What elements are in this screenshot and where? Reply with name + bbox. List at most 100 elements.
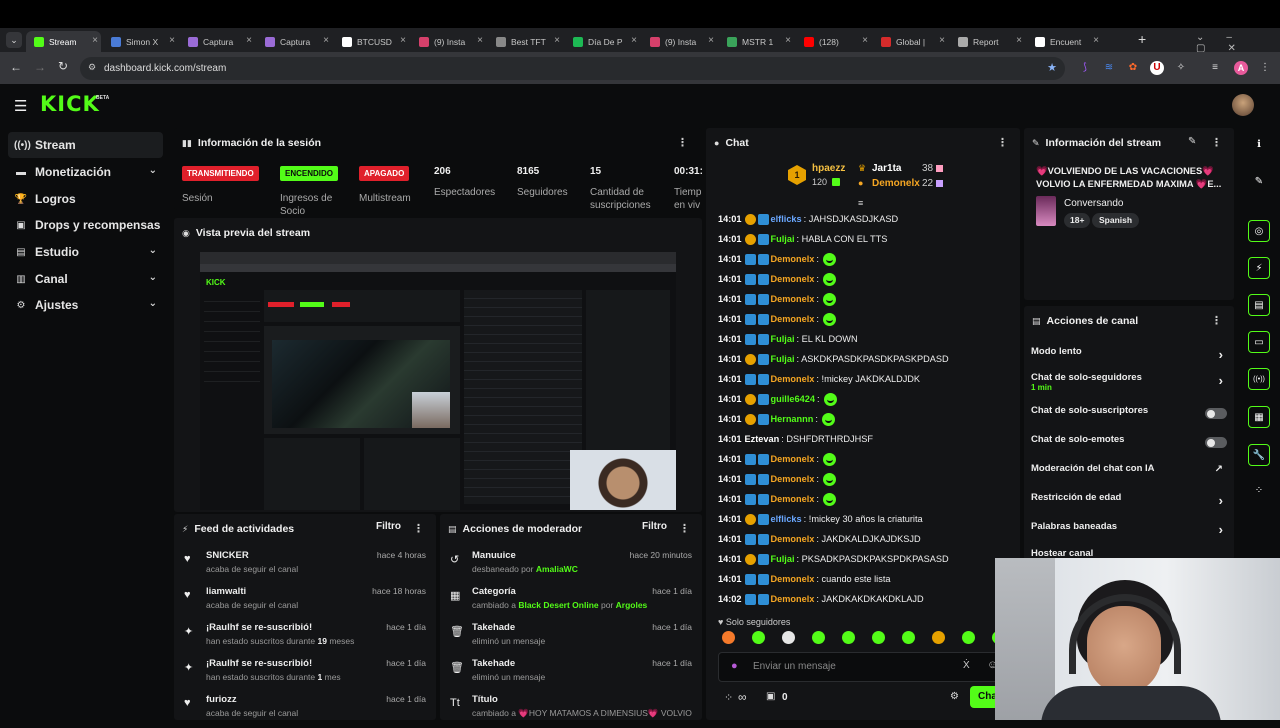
- chat-message[interactable]: 14:01 Demonelx: JAKDKALDJKAJDKSJD: [718, 531, 921, 547]
- channel-action-chat-de-solo-suscriptores[interactable]: Chat de solo-suscriptores: [1031, 405, 1227, 425]
- quick-emote-icon[interactable]: [782, 631, 795, 644]
- quick-emote-icon[interactable]: [842, 631, 855, 644]
- chat-message[interactable]: 14:01 Demonelx:: [718, 491, 836, 507]
- sidebar-item-estudio[interactable]: ▤ Estudio ⌄: [8, 239, 163, 265]
- browser-tab[interactable]: Captura ×: [180, 31, 255, 52]
- list-item[interactable]: ✦ ¡Raulhf se re-suscribió! han estado susc…: [174, 620, 436, 656]
- bolt-icon[interactable]: ⚡: [1248, 257, 1270, 279]
- sidebar-item-ajustes[interactable]: ⚙ Ajustes ⌄: [8, 292, 163, 318]
- edit-icon[interactable]: ✎: [1188, 136, 1196, 147]
- chat-message[interactable]: 14:01 Demonelx:: [718, 271, 836, 287]
- browser-tab[interactable]: Día De P ×: [565, 31, 640, 52]
- extension-icon-2[interactable]: ≋: [1102, 61, 1116, 75]
- users-icon[interactable]: ⁘: [1248, 480, 1270, 502]
- chat-message[interactable]: 14:01 Fuljai: ASKDKPASDKPASDKPASKPDASD: [718, 351, 949, 367]
- back-icon[interactable]: ←: [10, 60, 22, 74]
- chat-username[interactable]: elflicks: [771, 214, 802, 224]
- sidebar-item-drops[interactable]: ▣ Drops y recompensas: [8, 212, 163, 238]
- quick-emote-icon[interactable]: [722, 631, 735, 644]
- user-avatar[interactable]: [1232, 94, 1254, 116]
- browser-tab[interactable]: Report ×: [950, 31, 1025, 52]
- list-item[interactable]: ▦ Categoría cambiado a Black Desert Online…: [440, 584, 702, 620]
- browser-tab[interactable]: (9) Insta ×: [411, 31, 486, 52]
- chat-icon[interactable]: ▭: [1248, 331, 1270, 353]
- chat-input[interactable]: ● Enviar un mensaje Ẋ ☺: [718, 652, 1002, 682]
- close-tab-icon[interactable]: ×: [785, 35, 791, 46]
- list-item[interactable]: ♥ furiozz acaba de seguir el canal hace 1 d…: [174, 692, 436, 728]
- chat-message[interactable]: 14:01 Demonelx:: [718, 311, 836, 327]
- moderator-icon[interactable]: ▦: [1248, 406, 1270, 428]
- more-options-icon[interactable]: ⋮: [413, 522, 424, 535]
- quick-emote-icon[interactable]: [752, 631, 765, 644]
- chevron-right-icon[interactable]: ›: [1219, 347, 1223, 362]
- quick-emote-icon[interactable]: [962, 631, 975, 644]
- scroll-indicator-icon[interactable]: ≡: [858, 198, 863, 208]
- quick-emote-icon[interactable]: [932, 631, 945, 644]
- list-item[interactable]: ↺ Manuuice desbaneado por AmaliaWC hace 20 …: [440, 548, 702, 584]
- info-icon[interactable]: ℹ: [1248, 134, 1270, 156]
- username-link[interactable]: Argoles: [616, 600, 648, 610]
- broadcast-icon[interactable]: ((•)): [1248, 368, 1270, 390]
- bookmark-star-icon[interactable]: ★: [1047, 61, 1057, 74]
- chat-message[interactable]: 14:01 Demonelx: cuando este lista: [718, 571, 890, 587]
- channel-action-restricci-n-de-edad[interactable]: Restricción de edad ›: [1031, 492, 1227, 512]
- browser-tab[interactable]: Global | ×: [873, 31, 948, 52]
- kick-logo[interactable]: KICK: [40, 92, 100, 116]
- browser-tab[interactable]: BTCUSD ×: [334, 31, 409, 52]
- channel-action-modo-lento[interactable]: Modo lento ›: [1031, 346, 1227, 366]
- chat-username[interactable]: Demonelx: [771, 374, 815, 384]
- translate-icon[interactable]: Ẋ: [963, 660, 970, 671]
- chat-username[interactable]: Demonelx: [771, 294, 815, 304]
- hamburger-menu-icon[interactable]: ☰: [14, 97, 27, 115]
- chat-username[interactable]: Eztevan: [745, 434, 780, 444]
- infinity-icon[interactable]: ∞: [738, 690, 747, 704]
- chat-username[interactable]: Demonelx: [771, 254, 815, 264]
- chat-message[interactable]: 14:02 Demonelx: JAKDKAKDKAKDKLAJD: [718, 591, 924, 607]
- extension-icon-4[interactable]: U: [1150, 61, 1164, 75]
- url-input[interactable]: ⚙ dashboard.kick.com/stream ★: [80, 57, 1065, 80]
- forward-icon[interactable]: →: [34, 60, 46, 74]
- sidebar-item-monetización[interactable]: ▬ Monetización ⌄: [8, 159, 163, 185]
- list-item[interactable]: ♥ liamwalti acaba de seguir el canal hace 1…: [174, 584, 436, 620]
- chat-message[interactable]: 14:01 Demonelx:: [718, 451, 836, 467]
- browser-tab[interactable]: Stream ×: [26, 31, 101, 52]
- gift-box-icon[interactable]: ▣: [766, 691, 775, 702]
- close-tab-icon[interactable]: ×: [400, 35, 406, 46]
- toggle-switch[interactable]: [1205, 437, 1227, 448]
- more-options-icon[interactable]: ⋮: [997, 136, 1008, 149]
- chat-username[interactable]: Demonelx: [771, 274, 815, 284]
- extension-icon-1[interactable]: ⟆: [1078, 61, 1092, 75]
- channel-action-palabras-baneadas[interactable]: Palabras baneadas ›: [1031, 521, 1227, 541]
- username-link[interactable]: AmaliaWC: [536, 564, 578, 574]
- chevron-down-icon[interactable]: ⌄: [149, 245, 157, 256]
- close-tab-icon[interactable]: ×: [1093, 35, 1099, 46]
- category-name[interactable]: Conversando: [1064, 198, 1123, 209]
- reload-icon[interactable]: ↻: [58, 59, 68, 73]
- browser-tab[interactable]: Best TFT ×: [488, 31, 563, 52]
- quick-emote-icon[interactable]: [812, 631, 825, 644]
- list-item[interactable]: 🗑 Takehade eliminó un mensaje hace 1 día: [440, 656, 702, 692]
- chat-settings-icon[interactable]: ⚙: [950, 691, 959, 702]
- chat-username[interactable]: guille6424: [771, 394, 815, 404]
- document-icon[interactable]: ▤: [1248, 294, 1270, 316]
- username-link[interactable]: Black Desert Online: [518, 600, 598, 610]
- stream-preview-video[interactable]: KICK: [200, 252, 676, 510]
- list-item[interactable]: Tt Título cambiado a 💗HOY MATAMOS A DIMENS…: [440, 692, 702, 728]
- list-item[interactable]: ♥ SNICKER acaba de seguir el canal hace 4 h…: [174, 548, 436, 584]
- chevron-down-icon[interactable]: ⌄: [149, 298, 157, 309]
- sidebar-item-stream[interactable]: ((•)) Stream: [8, 132, 163, 158]
- browser-menu-icon[interactable]: ⋮: [1258, 61, 1272, 75]
- browser-tab[interactable]: Simon X ×: [103, 31, 178, 52]
- category-thumbnail[interactable]: [1036, 196, 1056, 226]
- chat-username[interactable]: Demonelx: [771, 534, 815, 544]
- more-options-icon[interactable]: ⋮: [677, 136, 688, 149]
- chat-message[interactable]: 14:01 Demonelx:: [718, 251, 836, 267]
- close-tab-icon[interactable]: ×: [862, 35, 868, 46]
- chevron-right-icon[interactable]: ›: [1219, 522, 1223, 537]
- channel-action-chat-de-solo-emotes[interactable]: Chat de solo-emotes: [1031, 434, 1227, 454]
- close-tab-icon[interactable]: ×: [477, 35, 483, 46]
- chat-leaderboard[interactable]: 1 hpaezz 120 ♛ Jar1ta 38 ● Demonelx 22: [788, 160, 948, 194]
- chat-username[interactable]: Demonelx: [771, 474, 815, 484]
- chat-message[interactable]: 14:01 elflicks: JAHSDJKASDJKASD: [718, 211, 898, 227]
- chat-username[interactable]: Demonelx: [771, 574, 815, 584]
